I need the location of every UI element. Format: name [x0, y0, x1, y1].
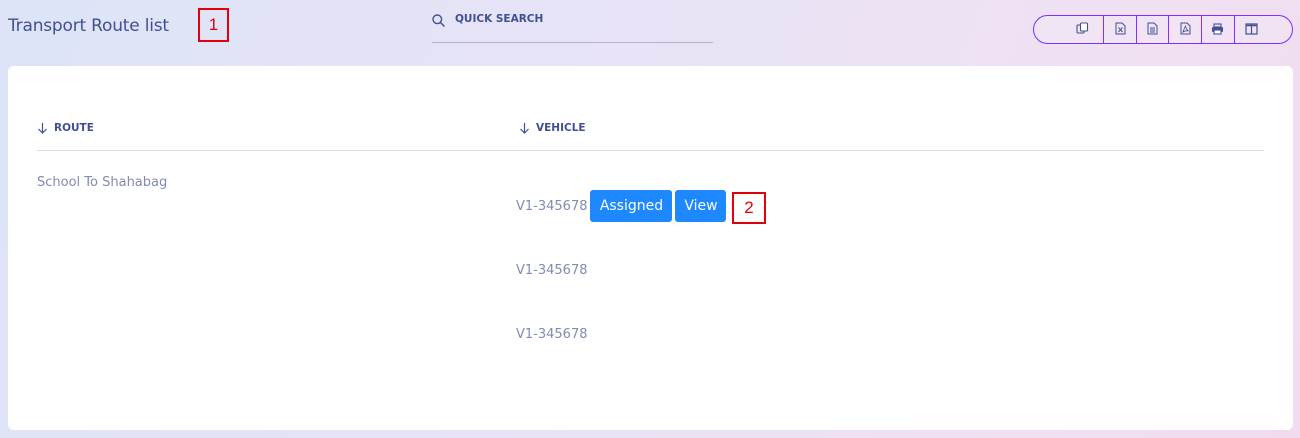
column-header-label: VEHICLE — [536, 122, 586, 134]
route-list-card: ROUTE VEHICLE School To Shahabag V1-3456… — [8, 66, 1293, 430]
search-icon — [432, 14, 446, 28]
arrow-down-icon — [520, 123, 529, 134]
page-title: Transport Route list — [8, 16, 169, 36]
columns-icon — [1245, 20, 1258, 39]
pdf-icon — [1180, 20, 1191, 39]
print-button[interactable] — [1201, 16, 1234, 43]
vehicle-number: V1-345678 — [516, 327, 588, 342]
column-header-vehicle[interactable]: VEHICLE — [519, 122, 586, 134]
csv-icon — [1147, 20, 1158, 39]
column-header-route[interactable]: ROUTE — [37, 122, 94, 134]
table-header: ROUTE VEHICLE — [37, 122, 1264, 151]
vehicle-number: V1-345678 — [516, 198, 588, 214]
annotation-marker-2: 2 — [732, 192, 766, 224]
assigned-button[interactable]: Assigned — [590, 190, 673, 222]
copy-button[interactable] — [1034, 16, 1103, 43]
vehicle-row: V1-345678 Assigned View — [516, 190, 727, 222]
excel-button[interactable] — [1103, 16, 1136, 43]
annotation-marker-1: 1 — [198, 8, 229, 42]
column-header-label: ROUTE — [54, 122, 94, 134]
csv-button[interactable] — [1135, 16, 1169, 43]
quick-search — [432, 12, 713, 43]
pdf-button[interactable] — [1168, 16, 1201, 43]
columns-button[interactable] — [1233, 16, 1292, 43]
vehicle-row: V1-345678 — [516, 327, 587, 342]
arrow-down-icon — [38, 123, 47, 134]
print-icon — [1211, 20, 1224, 39]
export-toolbar — [1033, 15, 1293, 44]
excel-icon — [1115, 20, 1126, 39]
copy-icon — [1076, 20, 1089, 39]
search-input[interactable] — [455, 12, 695, 25]
view-button[interactable]: View — [675, 190, 727, 222]
route-name: School To Shahabag — [37, 175, 168, 190]
vehicle-number: V1-345678 — [516, 263, 588, 278]
vehicle-row: V1-345678 — [516, 263, 587, 278]
